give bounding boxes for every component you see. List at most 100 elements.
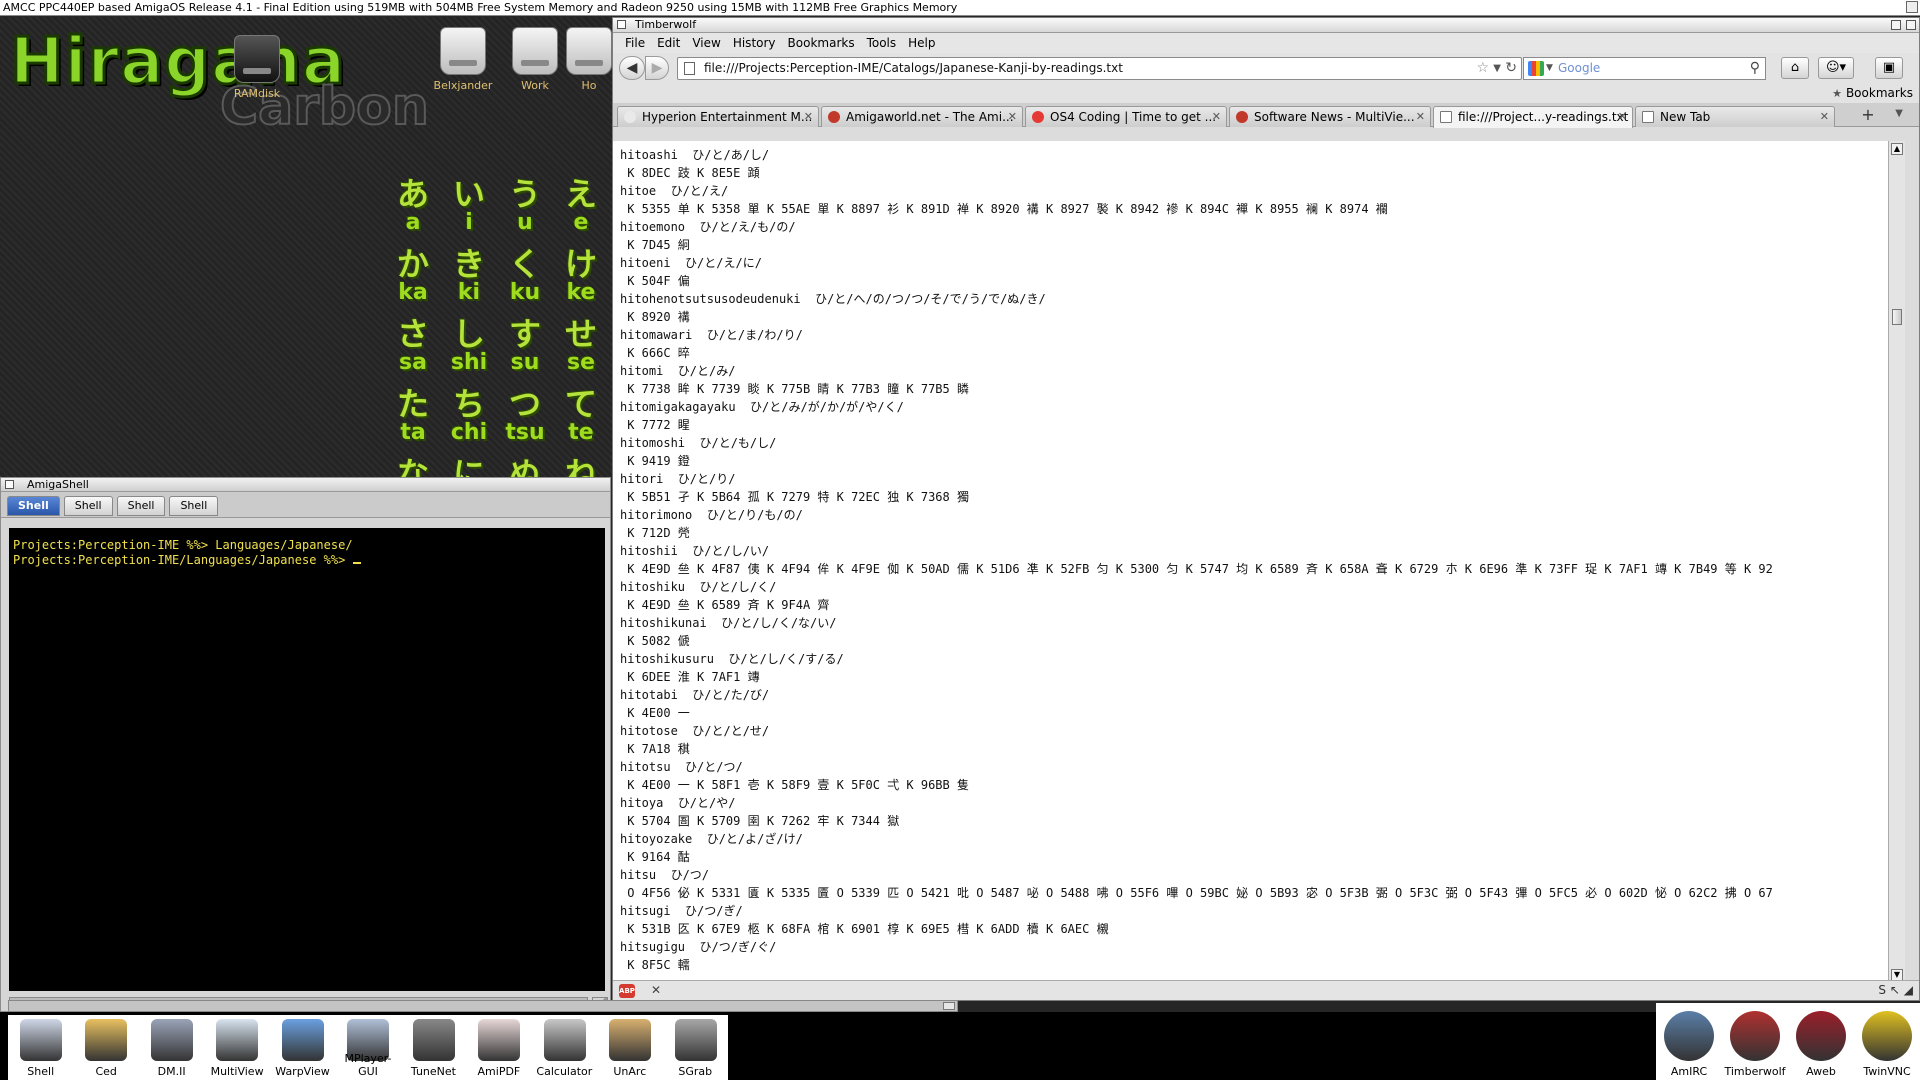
engine-dropdown-icon[interactable]: ▼ — [1546, 58, 1553, 79]
bookmarks-button[interactable]: Bookmarks — [1832, 86, 1913, 100]
calculator-icon — [543, 1019, 586, 1061]
menu-view[interactable]: View — [686, 33, 726, 53]
menu-edit[interactable]: Edit — [651, 33, 686, 53]
dock-item-dm-ii[interactable]: DM.II — [139, 1015, 204, 1080]
close-gadget[interactable] — [5, 480, 14, 489]
browser-tab[interactable]: OS4 Coding | Time to get ... ✕ — [1025, 106, 1227, 127]
url-dropdown-icon[interactable]: ▼ — [1493, 58, 1501, 79]
kana-romaji: tsu — [505, 420, 545, 445]
menu-bookmarks[interactable]: Bookmarks — [782, 33, 861, 53]
vertical-scrollbar[interactable]: ▲ ▼ — [1888, 141, 1905, 983]
shell-tab-2[interactable]: Shell — [63, 496, 113, 516]
shell-tabs: Shell Shell Shell Shell — [1, 492, 610, 518]
text-line: hitotose ひ/と/と/せ/ — [620, 724, 770, 738]
dock-item-unarc[interactable]: UnArc — [597, 1015, 662, 1080]
kana-cell: さ sa — [385, 317, 441, 375]
shell-tab-1[interactable]: Shell — [7, 496, 60, 516]
url-bar[interactable]: file:///Projects:Perception-IME/Catalogs… — [677, 57, 1522, 80]
cursor-icon[interactable]: ↖ — [1890, 983, 1900, 997]
dock-scrollbar[interactable] — [8, 1000, 958, 1012]
google-engine-icon[interactable] — [1528, 61, 1544, 76]
dock-item-ced[interactable]: Ced — [73, 1015, 138, 1080]
dock-item-amirc[interactable]: AmIRC — [1656, 1003, 1722, 1080]
page-content[interactable]: hitoashi ひ/と/あ/し/ K 8DEC 跂 K 8E5E 蹞 hitoe… — [613, 141, 1889, 983]
tab-close-icon[interactable]: ✕ — [1212, 107, 1221, 127]
dock-item-shell[interactable]: Shell — [8, 1015, 73, 1080]
kana-glyph: す — [508, 315, 541, 353]
dock-item-aweb[interactable]: Aweb — [1788, 1003, 1854, 1080]
shell-tab-3[interactable]: Shell — [116, 496, 166, 516]
dock-item-multiview[interactable]: MultiView — [204, 1015, 269, 1080]
menu-file[interactable]: File — [619, 33, 651, 53]
kana-cell: つ tsu — [497, 387, 553, 445]
screen-depth-gadget[interactable] — [1906, 1, 1918, 13]
search-icon[interactable]: ⚲ — [1750, 58, 1760, 79]
dock-item-mplayer-gui[interactable]: MPlayer-GUI — [335, 1015, 400, 1080]
dock-item-label: MultiView — [210, 1065, 264, 1078]
tab-close-icon[interactable]: ✕ — [1820, 107, 1829, 127]
browser-tab[interactable]: Amigaworld.net - The Ami... ✕ — [821, 106, 1023, 127]
timberwolf-window[interactable]: Timberwolf File Edit View History Bookma… — [612, 17, 1920, 1001]
resize-grip-icon[interactable]: ◢ — [1904, 983, 1913, 997]
back-button[interactable]: ◀ — [619, 56, 645, 80]
shell-console[interactable]: Projects:Perception-IME %%> Languages/Ja… — [9, 528, 605, 991]
hyperion-favicon — [624, 111, 636, 123]
new-tab-button[interactable]: + — [1857, 106, 1879, 126]
adblock-icon[interactable]: ABP — [619, 984, 635, 998]
text-line: K 6DEE 淮 K 7AF1 竱 — [620, 670, 760, 684]
close-icon[interactable]: ✕ — [651, 983, 661, 997]
dock-item-warpview[interactable]: WarpView — [270, 1015, 335, 1080]
dock-item-calculator[interactable]: Calculator — [532, 1015, 597, 1080]
browser-tab[interactable]: Hyperion Entertainment M... ✕ — [617, 106, 819, 127]
close-gadget[interactable] — [617, 20, 626, 29]
depth-gadget[interactable] — [1906, 20, 1916, 30]
search-bar[interactable]: ▼ Google ⚲ — [1523, 57, 1766, 80]
tab-close-icon[interactable]: ✕ — [1416, 107, 1425, 127]
menu-tools[interactable]: Tools — [861, 33, 903, 53]
scroll-up-icon[interactable]: ▲ — [1891, 143, 1903, 155]
document-favicon — [1440, 111, 1452, 123]
greasemonkey-button[interactable]: ☺▾ — [1818, 57, 1854, 79]
tab-label: Amigaworld.net - The Ami... — [846, 110, 1014, 124]
kana-cell: す su — [497, 317, 553, 375]
browser-tab-active[interactable]: file:///Project...y-readings.txt ✕ — [1433, 106, 1633, 128]
shell-title-bar[interactable]: AmigaShell — [1, 478, 610, 492]
scrollbar-thumb[interactable] — [1892, 309, 1902, 325]
bookmark-star-icon[interactable]: ☆ — [1476, 58, 1489, 79]
menu-help[interactable]: Help — [902, 33, 941, 53]
dock-item-sgrab[interactable]: SGrab — [663, 1015, 728, 1080]
dock-item-tunenet[interactable]: TuneNet — [401, 1015, 466, 1080]
home-button[interactable]: ⌂ — [1781, 57, 1809, 79]
forward-button[interactable]: ▶ — [645, 56, 669, 80]
desktop-icon-work[interactable]: Work — [500, 27, 570, 92]
browser-title-bar[interactable]: Timberwolf — [613, 18, 1919, 33]
text-line: hitorimono ひ/と/り/も/の/ — [620, 508, 803, 522]
zoom-gadget[interactable] — [1891, 20, 1901, 30]
desktop-icon-belxjander[interactable]: Belxjander — [428, 27, 498, 92]
dock-item-twinvnc[interactable]: TwinVNC — [1854, 1003, 1920, 1080]
dock-item-amipdf[interactable]: AmiPDF — [466, 1015, 531, 1080]
menu-history[interactable]: History — [727, 33, 782, 53]
text-line: O 4F56 佖 K 5331 匱 K 5335 匵 O 5339 匹 O 54… — [620, 886, 1773, 900]
dock-grip-icon[interactable] — [943, 1002, 955, 1010]
tab-close-icon[interactable]: ✕ — [804, 107, 813, 127]
reload-icon[interactable]: ↻ — [1505, 58, 1517, 79]
browser-tab[interactable]: Software News - MultiVie... ✕ — [1229, 106, 1431, 127]
kana-romaji: a — [405, 210, 421, 235]
harddisk-icon — [512, 27, 558, 75]
tab-close-icon[interactable]: ✕ — [1008, 107, 1017, 127]
dock-item-timberwolf[interactable]: Timberwolf — [1722, 1003, 1788, 1080]
tab-close-icon[interactable]: ✕ — [1618, 107, 1627, 127]
browser-tab[interactable]: New Tab ✕ — [1635, 106, 1835, 127]
addon-button[interactable]: ▣ — [1875, 57, 1903, 79]
back-arrow-icon: ◀ — [626, 60, 638, 76]
kana-cell: く ku — [497, 247, 553, 305]
desktop-icon-home[interactable]: Ho — [566, 27, 612, 92]
shell-tab-4[interactable]: Shell — [169, 496, 219, 516]
document-favicon — [1642, 111, 1654, 123]
desktop-icon-ramdisk[interactable]: RAMdisk — [222, 35, 292, 100]
tab-list-icon[interactable]: ▼ — [1895, 108, 1903, 119]
amigashell-window[interactable]: AmigaShell Shell Shell Shell Shell Proje… — [0, 477, 611, 1012]
kana-romaji: i — [465, 210, 473, 235]
sync-icon[interactable]: S — [1878, 983, 1886, 997]
